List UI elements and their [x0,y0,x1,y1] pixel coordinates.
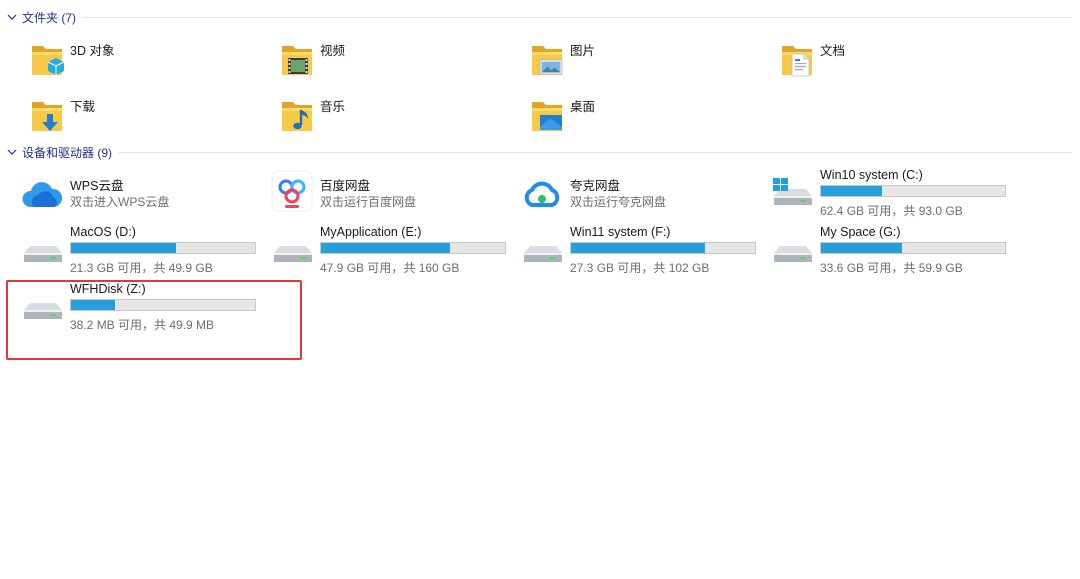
group-header-devices[interactable]: 设备和驱动器 (9) [6,143,1072,161]
folder-videos-icon [282,46,312,75]
drive-name: Win11 system (F:) [570,225,671,239]
drive-space: 47.9 GB 可用，共 160 GB [320,261,460,275]
drive-usage-fill [821,186,882,196]
drive-subtitle: 双击进入WPS云盘 [70,195,170,209]
highlight-box [6,280,302,360]
folder-music-icon [282,102,312,131]
hard-drive-icon [524,246,562,262]
drive-g[interactable]: My Space (G:) 33.6 GB 可用，共 59.9 GB [770,225,1010,281]
chevron-down-icon [7,14,17,20]
group-header-folders[interactable]: 文件夹 (7) [6,8,1072,26]
drive-space: 62.4 GB 可用，共 93.0 GB [820,204,963,218]
drive-name: My Space (G:) [820,225,901,239]
group-title: 文件夹 (7) [22,10,77,25]
folder-documents[interactable]: 文档 [776,38,996,88]
hard-drive-icon [774,246,812,262]
drive-e[interactable]: MyApplication (E:) 47.9 GB 可用，共 160 GB [270,225,510,281]
drive-name: MyApplication (E:) [320,225,422,239]
folder-desktop-icon [532,102,562,131]
drive-name: WPS云盘 [70,179,124,193]
drive-usage-bar [820,185,1006,197]
drive-usage-fill [571,243,706,253]
folder-label: 文档 [820,44,846,58]
folder-downloads-icon [32,102,62,131]
drive-space: 21.3 GB 可用，共 49.9 GB [70,261,213,275]
drive-name: MacOS (D:) [70,225,136,239]
drive-subtitle: 双击运行百度网盘 [320,195,417,209]
wps-cloud-icon [22,182,63,207]
drive-usage-fill [71,243,176,253]
quark-netdisk-icon [524,181,560,207]
drive-subtitle: 双击运行夸克网盘 [570,195,667,209]
cloud-drive-baidu[interactable]: 百度网盘 双击运行百度网盘 [270,170,510,231]
folder-label: 3D 对象 [70,44,115,58]
cloud-drive-wps[interactable]: WPS云盘 双击进入WPS云盘 [20,175,260,231]
folder-label: 视频 [320,44,346,58]
drive-f[interactable]: Win11 system (F:) 27.3 GB 可用，共 102 GB [520,225,760,281]
drive-name: Win10 system (C:) [820,168,923,182]
divider [82,16,1072,18]
hard-drive-icon [24,246,62,262]
folder-3d-objects[interactable]: 3D 对象 [26,38,246,88]
folder-label: 图片 [570,44,596,58]
drive-space: 27.3 GB 可用，共 102 GB [570,261,710,275]
folder-videos[interactable]: 视频 [276,38,496,88]
divider [118,151,1072,153]
folder-label: 下载 [70,100,96,114]
folder-downloads[interactable]: 下载 [26,94,246,144]
drive-usage-bar [320,242,506,254]
folder-music[interactable]: 音乐 [276,94,496,144]
drive-d[interactable]: MacOS (D:) 21.3 GB 可用，共 49.9 GB [20,225,260,281]
drive-usage-fill [821,243,902,253]
folder-3d-objects-icon [32,46,65,75]
drive-c[interactable]: Win10 system (C:) 62.4 GB 可用，共 93.0 GB [770,168,1010,224]
folder-desktop[interactable]: 桌面 [526,94,746,144]
drive-name: 百度网盘 [320,179,371,193]
drive-usage-bar [70,242,256,254]
baidu-netdisk-icon [271,170,313,212]
drive-usage-bar [570,242,756,254]
folder-documents-icon [782,46,812,77]
folder-label: 桌面 [570,100,596,114]
drive-space: 33.6 GB 可用，共 59.9 GB [820,261,963,275]
windows-drive-icon [773,178,812,205]
folder-pictures-icon [532,46,563,75]
drive-usage-fill [321,243,450,253]
folder-label: 音乐 [320,100,346,114]
chevron-down-icon [7,149,17,155]
drive-name: 夸克网盘 [570,179,621,193]
drive-usage-bar [820,242,1006,254]
group-title: 设备和驱动器 (9) [22,145,113,160]
hard-drive-icon [274,246,312,262]
folder-pictures[interactable]: 图片 [526,38,746,88]
cloud-drive-quark[interactable]: 夸克网盘 双击运行夸克网盘 [520,175,760,231]
